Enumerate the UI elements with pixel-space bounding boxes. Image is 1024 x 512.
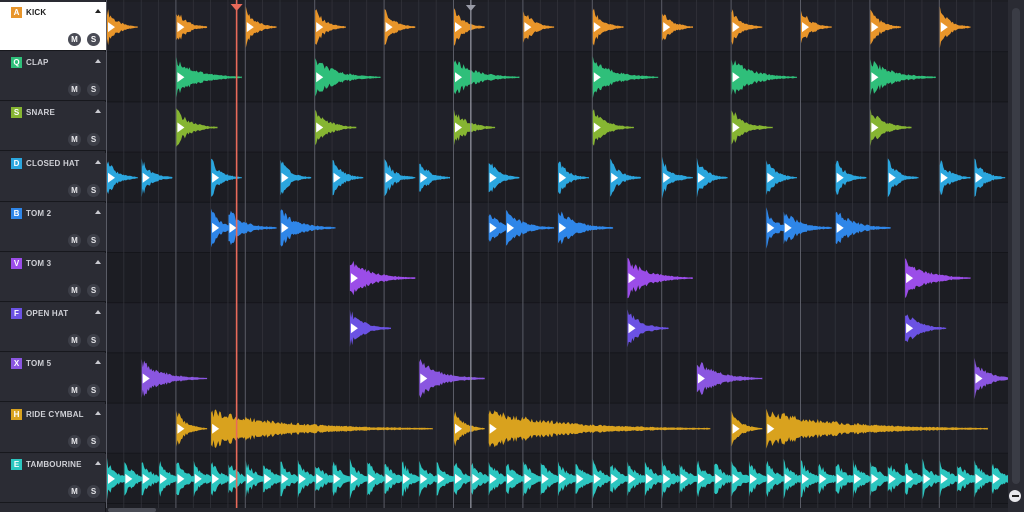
- track-name: TAMBOURINE: [26, 459, 82, 469]
- horizontal-scroll-thumb[interactable]: [108, 508, 156, 512]
- track-lane: [106, 353, 1008, 404]
- track-key-badge: A: [11, 7, 22, 18]
- track-name: CLAP: [26, 58, 49, 68]
- solo-button[interactable]: S: [87, 83, 100, 97]
- chevron-up-icon[interactable]: [95, 360, 101, 365]
- track-header-kick[interactable]: A KICK M S: [0, 2, 106, 51]
- track-name: TOM 2: [26, 208, 52, 218]
- track-key-badge: F: [11, 308, 22, 320]
- mute-button[interactable]: M: [68, 83, 81, 97]
- track-name: TOM 5: [26, 359, 52, 369]
- solo-button[interactable]: S: [87, 183, 100, 197]
- track-header-open-hat[interactable]: F OPEN HAT M S: [0, 303, 106, 353]
- chevron-up-icon[interactable]: [95, 9, 101, 13]
- zoom-out-icon[interactable]: [1009, 490, 1021, 502]
- mute-button[interactable]: M: [68, 133, 81, 147]
- track-header-tambourine[interactable]: E TAMBOURINE M S: [0, 453, 106, 503]
- solo-button[interactable]: S: [87, 284, 100, 297]
- track-key-badge: E: [11, 458, 22, 470]
- track-header-tom-3[interactable]: V TOM 3 MS: [0, 253, 106, 302]
- mute-button[interactable]: M: [68, 484, 81, 498]
- chevron-up-icon[interactable]: [95, 209, 101, 214]
- chevron-up-icon[interactable]: [95, 260, 101, 264]
- track-key-badge: V: [11, 258, 22, 269]
- mute-button[interactable]: M: [68, 334, 81, 348]
- track-header-tom-5[interactable]: X TOM 5 MS: [0, 353, 106, 403]
- sequencer-canvas[interactable]: [106, 0, 1008, 508]
- track-header-clap[interactable]: Q CLAP M S: [0, 52, 106, 102]
- vertical-scrollbar[interactable]: [1008, 0, 1024, 512]
- track-key-badge: D: [11, 157, 22, 169]
- solo-button[interactable]: S: [87, 33, 100, 46]
- track-name: CLOSED HAT: [26, 158, 80, 168]
- solo-button[interactable]: S: [87, 434, 100, 448]
- chevron-up-icon[interactable]: [95, 159, 101, 164]
- chevron-up-icon[interactable]: [95, 59, 101, 64]
- track-header-closed-hat[interactable]: D CLOSED HAT M S: [0, 152, 106, 202]
- horizontal-scrollbar[interactable]: [106, 508, 1008, 512]
- track-key-badge: B: [11, 207, 22, 219]
- mute-button[interactable]: M: [68, 434, 81, 448]
- track-header-tom-2[interactable]: B TOM 2 MS: [0, 202, 106, 252]
- track-lane: [106, 253, 1008, 304]
- track-name: OPEN HAT: [26, 309, 69, 319]
- track-header-snare[interactable]: S SNARE M S: [0, 102, 106, 152]
- track-name: TOM 3: [26, 259, 52, 268]
- solo-button[interactable]: S: [87, 233, 100, 247]
- track-key-badge: X: [11, 358, 22, 370]
- solo-button[interactable]: S: [87, 384, 100, 398]
- chevron-up-icon[interactable]: [95, 109, 101, 114]
- vertical-scroll-thumb[interactable]: [1012, 8, 1020, 484]
- chevron-up-icon[interactable]: [95, 410, 101, 415]
- sequencer-grid[interactable]: [106, 0, 1008, 508]
- track-header-ride-cymbal[interactable]: H RIDE CYMBAL M S: [0, 403, 106, 453]
- mute-button[interactable]: M: [68, 233, 81, 247]
- solo-button[interactable]: S: [87, 484, 100, 498]
- track-list: A KICK M S Q CLAP M S S SNARE M S D CLOSED HAT M S B TOM …: [0, 0, 106, 512]
- mute-button[interactable]: M: [68, 284, 81, 297]
- track-name: RIDE CYMBAL: [26, 409, 84, 419]
- mute-button[interactable]: M: [68, 33, 81, 46]
- track-lane: [106, 303, 1008, 354]
- solo-button[interactable]: S: [87, 334, 100, 348]
- track-name: SNARE: [26, 108, 56, 118]
- mute-button[interactable]: M: [68, 183, 81, 197]
- track-key-badge: Q: [11, 57, 22, 69]
- track-key-badge: S: [11, 107, 22, 119]
- solo-button[interactable]: S: [87, 133, 100, 147]
- track-key-badge: H: [11, 408, 22, 420]
- chevron-up-icon[interactable]: [95, 460, 101, 465]
- mute-button[interactable]: M: [68, 384, 81, 398]
- chevron-up-icon[interactable]: [95, 310, 101, 315]
- track-name: KICK: [26, 8, 47, 17]
